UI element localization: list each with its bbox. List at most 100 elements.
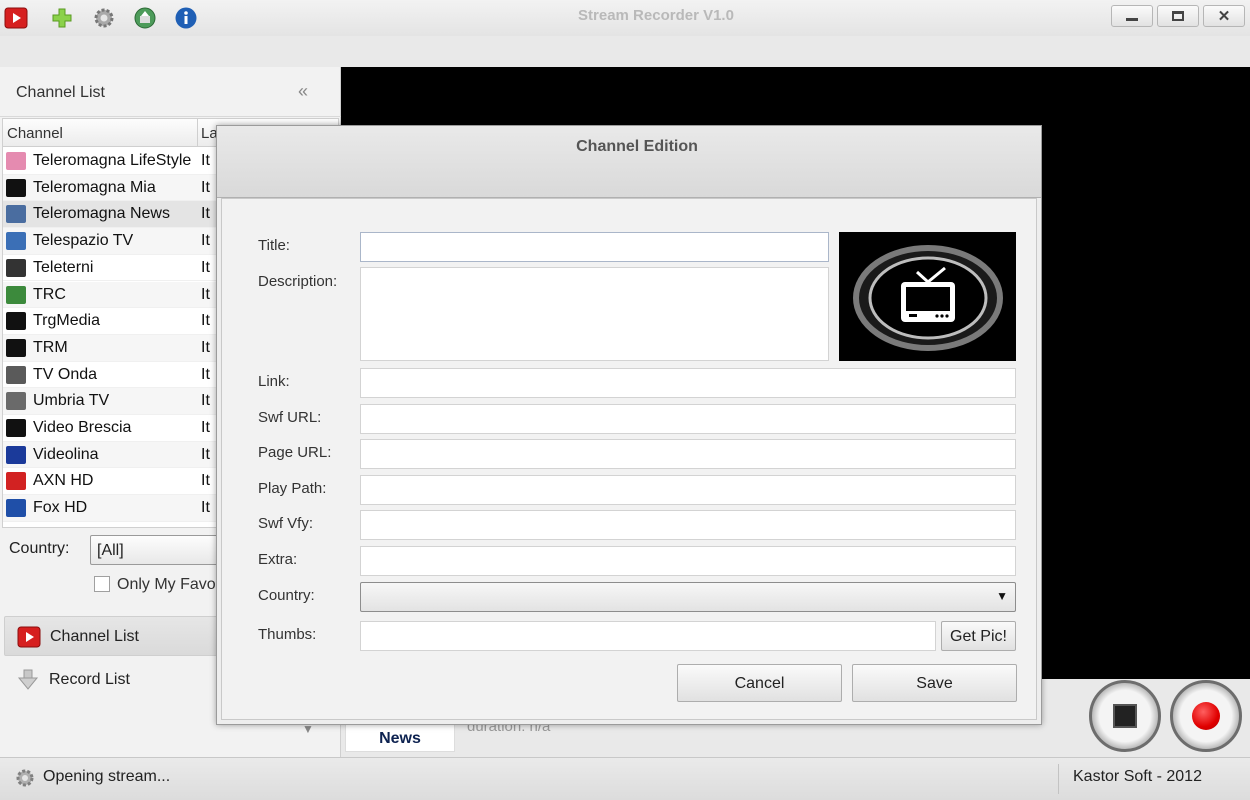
collapse-icon[interactable]: « (298, 81, 308, 102)
nav-channel-list-label: Channel List (50, 628, 139, 645)
dialog-title: Channel Edition (576, 138, 698, 155)
play-path-field[interactable] (360, 475, 1016, 505)
get-pic-button[interactable]: Get Pic! (941, 621, 1016, 651)
close-icon: ✕ (1217, 8, 1231, 25)
channel-logo-icon (6, 232, 26, 251)
channel-language: It (201, 178, 210, 196)
company-label: Kastor Soft - 2012 (1073, 768, 1202, 785)
channel-language: It (201, 472, 210, 490)
channel-name: Teleromagna News (33, 205, 170, 223)
column-header-channel[interactable]: Channel (7, 125, 63, 142)
swf-vfy-field[interactable] (360, 510, 1016, 540)
channel-language: It (201, 152, 210, 169)
channel-logo-icon (6, 419, 26, 437)
country-filter-label: Country: (9, 540, 70, 557)
record-icon (1192, 702, 1220, 730)
channel-language: It (201, 419, 210, 436)
record-button[interactable] (1170, 680, 1242, 752)
channel-logo-icon (6, 285, 26, 304)
maximize-icon (1172, 11, 1184, 21)
swf-url-field[interactable] (360, 404, 1016, 434)
stop-icon (1113, 704, 1137, 728)
page-url-field[interactable] (360, 439, 1016, 469)
swf-vfy-label: Swf Vfy: (258, 515, 314, 532)
close-button[interactable]: ✕ (1203, 5, 1245, 27)
favorites-label: Only My Favo (117, 576, 216, 593)
channel-name: Teleterni (33, 258, 94, 276)
country-select[interactable]: ▼ (360, 582, 1016, 612)
channel-name: Videolina (33, 445, 99, 463)
channel-name: TRC (33, 285, 66, 303)
channel-language: It (201, 338, 210, 356)
download-arrow-icon (16, 669, 40, 691)
page-url-label: Page URL: (258, 444, 332, 461)
minimize-icon (1126, 17, 1138, 21)
channel-name: Teleromagna Mia (33, 178, 156, 196)
thumbs-label: Thumbs: (258, 626, 317, 643)
channel-logo-icon (6, 205, 26, 224)
logo-line-2: News (379, 730, 421, 747)
channel-language: It (201, 445, 210, 463)
app-title: Stream Recorder V1.0 (578, 7, 734, 24)
channel-logo-icon (6, 152, 26, 170)
channel-logo-icon (6, 499, 26, 518)
description-field[interactable] (360, 267, 829, 361)
column-divider[interactable] (197, 119, 198, 147)
channel-name: TrgMedia (33, 312, 100, 330)
channel-name: TRM (33, 338, 68, 356)
channel-logo-icon (6, 178, 26, 197)
channel-name: Fox HD (33, 499, 88, 517)
maximize-button[interactable] (1157, 5, 1199, 27)
channel-logo-icon (6, 392, 26, 411)
dialog-body: Title: Description: Link: Swf URL: Page … (221, 198, 1037, 720)
country-label: Country: (258, 587, 315, 604)
description-label: Description: (258, 273, 338, 290)
channel-logo-icon (6, 365, 26, 384)
channel-logo-icon (6, 338, 26, 357)
channel-thumbnail (839, 232, 1016, 361)
panel-header: Channel List « (0, 67, 341, 117)
channel-logo-icon (6, 312, 26, 331)
status-bar: Opening stream... Kastor Soft - 2012 (0, 757, 1250, 800)
gear-icon (14, 767, 36, 789)
title-label: Title: (258, 237, 290, 254)
minimize-button[interactable] (1111, 5, 1153, 27)
favorites-checkbox[interactable] (94, 576, 110, 592)
swf-url-label: Swf URL: (258, 409, 322, 426)
extra-label: Extra: (258, 551, 298, 568)
link-field[interactable] (360, 368, 1016, 398)
nav-record-list-label: Record List (49, 671, 130, 688)
channel-name: Telespazio TV (33, 232, 134, 250)
channel-language: It (201, 312, 210, 330)
stop-button[interactable] (1089, 680, 1161, 752)
channel-edition-dialog: Channel Edition Title: Description: Link… (216, 125, 1042, 725)
channel-language: It (201, 232, 210, 250)
cancel-button[interactable]: Cancel (677, 664, 842, 702)
channel-language: It (201, 258, 210, 276)
title-field[interactable] (360, 232, 829, 262)
dialog-header[interactable]: Channel Edition (217, 126, 1041, 198)
chevron-down-icon: ▼ (996, 589, 1008, 603)
channel-name: Umbria TV (33, 392, 110, 410)
channel-language: It (201, 392, 210, 410)
channel-language: It (201, 365, 210, 383)
channel-name: Teleromagna LifeStyle (33, 152, 192, 169)
channel-name: AXN HD (33, 472, 94, 490)
panel-title: Channel List (16, 84, 105, 101)
channel-name: Video Brescia (33, 419, 132, 436)
title-bar: Stream Recorder V1.0 ✕ (0, 0, 1250, 36)
extra-field[interactable] (360, 546, 1016, 576)
channel-language: It (201, 285, 210, 303)
thumbs-field[interactable] (360, 621, 936, 651)
status-divider (1058, 764, 1059, 794)
country-filter-value: [All] (97, 542, 124, 559)
channel-name: TV Onda (33, 365, 98, 383)
play-path-label: Play Path: (258, 480, 327, 497)
play-icon (17, 626, 41, 648)
link-label: Link: (258, 373, 290, 390)
channel-logo-icon (6, 445, 26, 464)
save-button[interactable]: Save (852, 664, 1017, 702)
channel-logo-icon (6, 258, 26, 277)
tv-icon (852, 244, 1003, 351)
channel-logo-icon (6, 472, 26, 491)
